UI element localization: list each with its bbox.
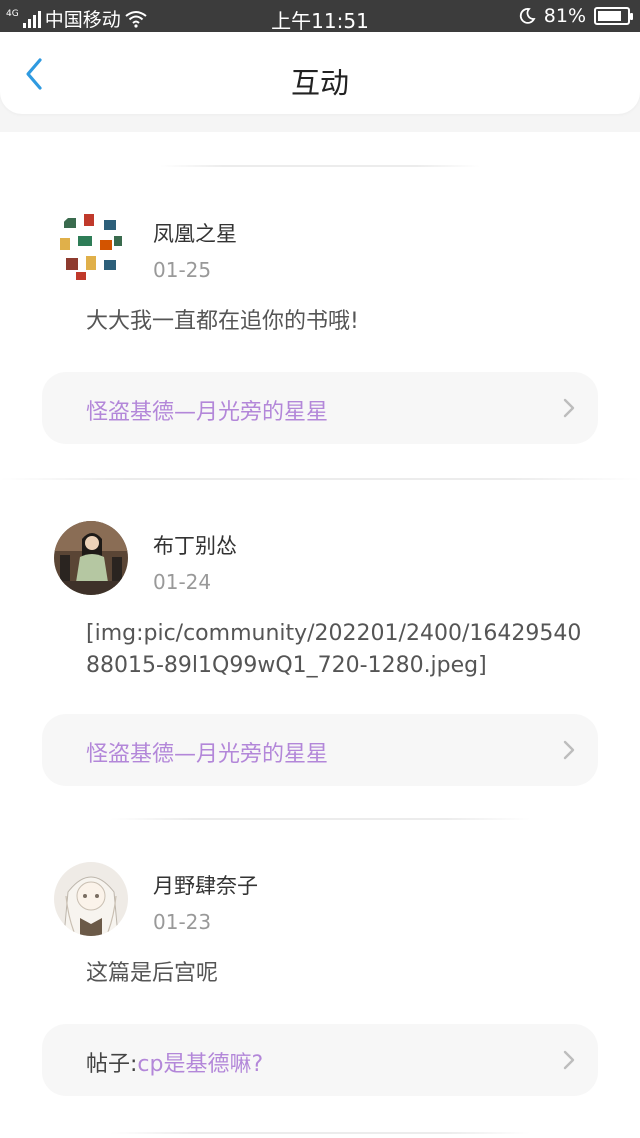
linked-post-title: 怪盗基德—月光旁的星星 — [86, 394, 328, 426]
username[interactable]: 凤凰之星 — [153, 218, 237, 248]
linked-post[interactable]: 帖子:cp是基德嘛? — [42, 1024, 598, 1096]
battery-fill — [598, 11, 621, 21]
linked-post-title: 帖子:cp是基德嘛? — [86, 1046, 263, 1078]
comment-text: 这篇是后宫呢 — [86, 961, 219, 986]
page-title: 互动 — [290, 66, 349, 100]
app-header: 互动 — [0, 32, 640, 114]
avatar[interactable] — [54, 521, 128, 595]
battery-percent: 81% — [543, 5, 586, 27]
post-date: 01-24 — [153, 570, 212, 594]
divider — [110, 1132, 530, 1134]
link-title: cp是基德嘛? — [137, 1052, 264, 1077]
moon-icon — [519, 8, 536, 24]
interaction-card: 布丁别怂 01-24 [img:pic/community/202201/240… — [0, 478, 640, 820]
username[interactable]: 布丁别怂 — [153, 530, 237, 560]
interaction-feed[interactable]: 凤凰之星 01-25 大大我一直都在追你的书哦! 怪盗基德—月光旁的星星 布丁别… — [0, 132, 640, 1138]
status-right: 81% — [518, 5, 633, 27]
link-prefix: 帖子: — [86, 1052, 138, 1077]
comment-text: [img:pic/community/202201/2400/164295408… — [86, 621, 582, 678]
comment-text: 大大我一直都在追你的书哦! — [86, 309, 359, 334]
linked-post[interactable]: 怪盗基德—月光旁的星星 — [42, 372, 598, 444]
chevron-right-icon — [558, 1048, 580, 1072]
interaction-card: 凤凰之星 01-25 大大我一直都在追你的书哦! 怪盗基德—月光旁的星星 — [0, 132, 640, 478]
chevron-right-icon — [558, 738, 580, 762]
post-date: 01-23 — [153, 910, 212, 934]
post-date: 01-25 — [153, 258, 212, 282]
linked-post[interactable]: 怪盗基德—月光旁的星星 — [42, 714, 598, 786]
chevron-right-icon — [558, 396, 580, 420]
interaction-card: 月野肆奈子 01-23 这篇是后宫呢 帖子:cp是基德嘛? — [0, 820, 640, 1138]
avatar[interactable] — [54, 862, 128, 936]
battery-icon — [594, 7, 633, 25]
linked-post-title: 怪盗基德—月光旁的星星 — [86, 736, 328, 768]
status-bar: 4G 中国移动 上午11:51 81% — [0, 0, 640, 33]
link-title: 怪盗基德—月光旁的星星 — [86, 742, 329, 767]
link-title: 怪盗基德—月光旁的星星 — [86, 400, 329, 425]
username[interactable]: 月野肆奈子 — [153, 870, 258, 900]
avatar[interactable] — [54, 210, 128, 284]
